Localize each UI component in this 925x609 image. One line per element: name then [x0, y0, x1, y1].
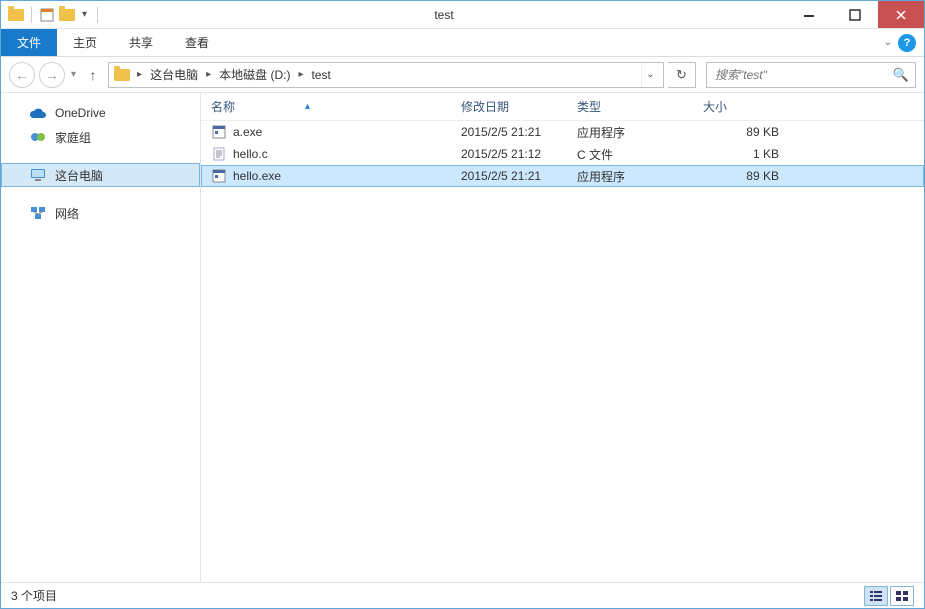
nav-forward-button[interactable]: → [39, 62, 65, 88]
ribbon-tab-home[interactable]: 主页 [57, 29, 113, 56]
breadcrumb-segment[interactable]: test [309, 68, 332, 82]
ribbon-tab-share[interactable]: 共享 [113, 29, 169, 56]
file-list: a.exe 2015/2/5 21:21 应用程序 89 KB hello.c … [201, 121, 924, 187]
exe-file-icon [211, 124, 227, 140]
sort-indicator-icon: ▴ [305, 101, 310, 112]
nav-bar: ← → ▾ ↑ ▸ 这台电脑 ▸ 本地磁盘 (D:) ▸ test ⌄ ↻ 🔍 [1, 57, 924, 93]
address-dropdown-icon[interactable]: ⌄ [641, 63, 659, 87]
close-button[interactable] [878, 1, 924, 28]
quick-access-toolbar: ▾ [1, 6, 102, 24]
column-header-size[interactable]: 大小 [703, 98, 793, 115]
new-folder-icon[interactable] [58, 6, 76, 24]
window-title: test [102, 8, 786, 22]
exe-file-icon [211, 168, 227, 184]
properties-icon[interactable] [38, 6, 56, 24]
sidebar-item-label: 网络 [55, 205, 79, 222]
breadcrumb-sep-icon[interactable]: ▸ [292, 69, 309, 80]
separator [31, 7, 32, 23]
file-size: 89 KB [703, 125, 779, 139]
column-header-label: 名称 [211, 98, 235, 115]
status-bar: 3 个项目 [1, 582, 924, 608]
column-header-name[interactable]: 名称 ▴ [211, 98, 461, 115]
breadcrumb-sep-icon[interactable]: ▸ [200, 69, 217, 80]
sidebar-item-thispc[interactable]: 这台电脑 [1, 163, 200, 187]
ribbon-tab-file[interactable]: 文件 [1, 29, 57, 56]
status-item-count: 3 个项目 [11, 587, 57, 604]
help-icon[interactable]: ? [898, 34, 916, 52]
refresh-button[interactable]: ↻ [668, 62, 696, 88]
file-date: 2015/2/5 21:12 [461, 147, 577, 161]
address-folder-icon [113, 66, 131, 84]
sidebar-item-label: OneDrive [55, 106, 106, 120]
nav-back-button[interactable]: ← [9, 62, 35, 88]
onedrive-icon [29, 104, 47, 122]
breadcrumb-sep-icon[interactable]: ▸ [131, 69, 148, 80]
qat-dropdown-icon[interactable]: ▾ [78, 9, 91, 20]
file-row[interactable]: hello.exe 2015/2/5 21:21 应用程序 89 KB [201, 165, 924, 187]
breadcrumb-segment[interactable]: 本地磁盘 (D:) [217, 66, 292, 83]
file-date: 2015/2/5 21:21 [461, 169, 577, 183]
address-bar[interactable]: ▸ 这台电脑 ▸ 本地磁盘 (D:) ▸ test ⌄ [108, 62, 664, 88]
sidebar-item-label: 这台电脑 [55, 167, 103, 184]
ribbon: 文件 主页 共享 查看 ⌄ ? [1, 29, 924, 57]
file-row[interactable]: a.exe 2015/2/5 21:21 应用程序 89 KB [201, 121, 924, 143]
nav-up-button[interactable]: ↑ [82, 64, 104, 86]
view-details-button[interactable] [864, 586, 888, 606]
minimize-button[interactable] [786, 1, 832, 28]
sidebar: OneDrive 家庭组 这台电脑 网络 [1, 93, 201, 582]
sidebar-item-network[interactable]: 网络 [1, 201, 200, 225]
sidebar-item-onedrive[interactable]: OneDrive [1, 101, 200, 125]
sidebar-item-label: 家庭组 [55, 129, 91, 146]
column-header-date[interactable]: 修改日期 [461, 98, 577, 115]
ribbon-expand-icon[interactable]: ⌄ [884, 37, 892, 48]
file-name: hello.exe [233, 169, 281, 183]
computer-icon [29, 166, 47, 184]
search-box[interactable]: 🔍 [706, 62, 916, 88]
column-headers: 名称 ▴ 修改日期 类型 大小 [201, 93, 924, 121]
file-type: 应用程序 [577, 168, 703, 185]
maximize-button[interactable] [832, 1, 878, 28]
column-header-type[interactable]: 类型 [577, 98, 703, 115]
file-name: hello.c [233, 147, 268, 161]
nav-recent-dropdown[interactable]: ▾ [69, 69, 78, 80]
file-size: 89 KB [703, 169, 779, 183]
search-icon[interactable]: 🔍 [893, 67, 909, 83]
network-icon [29, 204, 47, 222]
file-type: C 文件 [577, 146, 703, 163]
file-type: 应用程序 [577, 124, 703, 141]
file-size: 1 KB [703, 147, 779, 161]
view-largeicons-button[interactable] [890, 586, 914, 606]
body: OneDrive 家庭组 这台电脑 网络 名称 ▴ [1, 93, 924, 582]
file-name: a.exe [233, 125, 262, 139]
sidebar-item-homegroup[interactable]: 家庭组 [1, 125, 200, 149]
content-pane: 名称 ▴ 修改日期 类型 大小 a.exe 2015/2/5 21:21 应用程… [201, 93, 924, 582]
window-controls [786, 1, 924, 28]
homegroup-icon [29, 128, 47, 146]
separator [97, 7, 98, 23]
breadcrumb-segment[interactable]: 这台电脑 [148, 66, 200, 83]
title-bar: ▾ test [1, 1, 924, 29]
app-folder-icon [7, 6, 25, 24]
file-row[interactable]: hello.c 2015/2/5 21:12 C 文件 1 KB [201, 143, 924, 165]
file-date: 2015/2/5 21:21 [461, 125, 577, 139]
search-input[interactable] [713, 67, 893, 83]
explorer-window: ▾ test 文件 主页 共享 查看 ⌄ ? ← → ▾ ↑ ▸ 这台电脑 ▸ [0, 0, 925, 609]
ribbon-tab-view[interactable]: 查看 [169, 29, 225, 56]
c-file-icon [211, 146, 227, 162]
